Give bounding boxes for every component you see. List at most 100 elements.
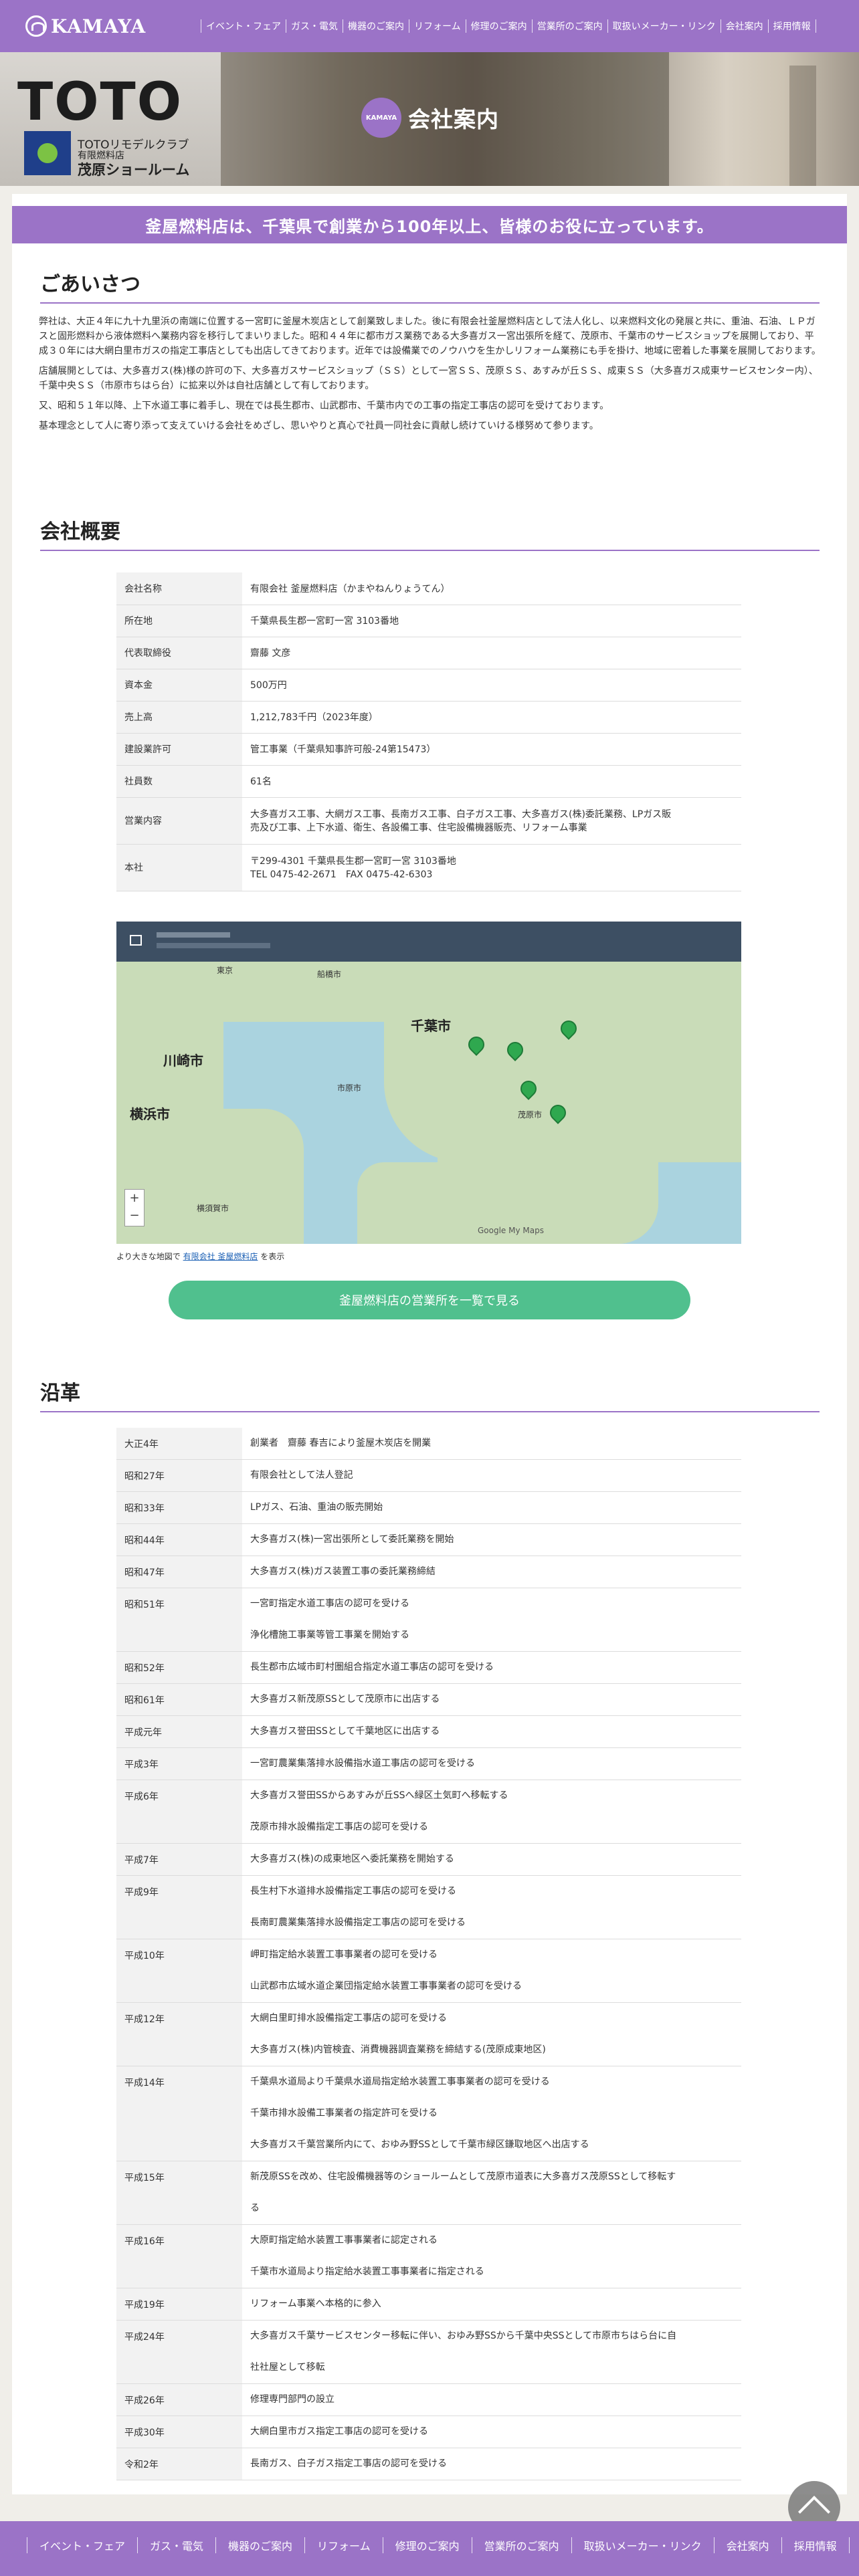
top-nav-link-1[interactable]: ガス・電気 [286,19,343,33]
history-value: 長南ガス、白子ガス指定工事店の認可を受ける [242,2448,741,2480]
history-key: 昭和27年 [116,1459,242,1492]
history-row: 昭和52年 長生郡市広域市町村圏組合指定水道工事店の認可を受ける [116,1651,741,1684]
company-value: 有限会社 釜屋燃料店（かまやねんりょうてん） [242,572,741,605]
top-nav-link-6[interactable]: 取扱いメーカー・リンク [607,19,721,33]
history-value: 大網白里市ガス指定工事店の認可を受ける [242,2416,741,2448]
history-value: 新茂原SSを改め、住宅設備機器等のショールームとして茂原市道表に大多喜ガス茂原S… [242,2161,741,2225]
map-canvas[interactable]: 東京 船橋市 千葉市 川崎市 横浜市 市原市 茂原市 横須賀市 Google M… [116,962,741,1244]
history-value: 大多喜ガス新茂原SSとして茂原市に出店する [242,1683,741,1716]
history-value: 大原町指定給水装置工事事業者に認定される 千葉市水道局より指定給水装置工事事業者に… [242,2224,741,2288]
history-key: 平成元年 [116,1715,242,1748]
history-key: 平成10年 [116,1939,242,2003]
map-pin-icon[interactable] [520,1081,534,1099]
map-label-mobara: 茂原市 [518,1110,543,1119]
footer-nav-link-3[interactable]: リフォーム [304,2537,383,2553]
history-value: 大多喜ガス誉田SSからあすみが丘SSへ緑区土気町へ移転する 茂原市排水設備指定工事… [242,1780,741,1844]
map-pin-icon[interactable] [561,1021,574,1039]
history-row: 平成3年 一宮町農業集落排水設備指水道工事店の認可を受ける [116,1747,741,1780]
history-row: 平成7年 大多喜ガス(株)の成東地区へ委託業務を開始する [116,1843,741,1876]
map-pin-icon[interactable] [468,1037,482,1055]
company-key: 代表取締役 [116,637,242,669]
history-value: 長生村下水道排水設備指定工事店の認可を受ける 長南町農業集落排水設備指定工事店の認… [242,1875,741,1939]
map-zoom-control[interactable]: + − [124,1189,145,1226]
top-nav-link-4[interactable]: 修理のご案内 [465,19,532,33]
history-value: 大多喜ガス誉田SSとして千葉地区に出店する [242,1715,741,1748]
map-caption: より大きな地図で 有限会社 釜屋燃料店 を表示 [116,1252,285,1261]
map-pin-icon[interactable] [550,1105,563,1123]
top-nav-link-8[interactable]: 採用情報 [767,19,816,33]
company-value: 500万円 [242,669,741,702]
history-key: 昭和61年 [116,1683,242,1716]
history-key: 平成3年 [116,1747,242,1780]
offices-list-button[interactable]: 釜屋燃料店の営業所を一覧で見る [169,1281,690,1319]
history-key: 昭和52年 [116,1651,242,1684]
footer-nav-link-2[interactable]: 機器のご案内 [215,2537,304,2553]
history-key: 平成30年 [116,2416,242,2448]
history-value: 大多喜ガス千葉サービスセンター移転に伴い、おゆみ野SSから千葉中央SSとして市原… [242,2320,741,2384]
company-value: 大多喜ガス工事、大網ガス工事、長南ガス工事、白子ガス工事、大多喜ガス(株)委託業… [242,797,741,845]
top-nav-link-5[interactable]: 営業所のご案内 [531,19,607,33]
map-label-tokyo: 東京 [217,966,233,975]
footer-nav-link-7[interactable]: 会社案内 [713,2537,781,2553]
history-table: 大正4年 創業者 齋藤 春吉により釜屋木炭店を開業 昭和27年 有限会社として法人登記… [116,1428,741,2480]
greeting-title: ごあいさつ [40,267,820,304]
top-nav-link-0[interactable]: イベント・フェア [201,19,286,33]
top-nav-link-7[interactable]: 会社案内 [720,19,768,33]
history-key: 平成9年 [116,1875,242,1939]
kamaya-logo[interactable]: KAMAYA [25,15,186,37]
history-key: 平成6年 [116,1780,242,1844]
company-value: 1,212,783千円（2023年度） [242,701,741,734]
history-row: 平成元年 大多喜ガス誉田SSとして千葉地区に出店する [116,1715,741,1748]
company-row: 所在地 千葉県長生郡一宮町一宮 3103番地 [116,605,741,637]
footer-nav-link-0[interactable]: イベント・フェア [27,2537,137,2553]
history-value: 千葉県水道局より千葉県水道局指定給水装置工事事業者の認可を受ける 千葉市排水設備工… [242,2066,741,2161]
history-row: 昭和27年 有限会社として法人登記 [116,1459,741,1492]
history-value: 長生郡市広域市町村圏組合指定水道工事店の認可を受ける [242,1651,741,1684]
history-row: 平成6年 大多喜ガス誉田SSからあすみが丘SSへ緑区土気町へ移転する 茂原市排水設備… [116,1780,741,1844]
footer-nav-link-1[interactable]: ガス・電気 [137,2537,215,2553]
top-nav: イベント・フェア ガス・電気 機器のご案内 リフォーム 修理のご案内 営業所のご案内 取扱い… [201,19,816,33]
map-caption-link[interactable]: 有限会社 釜屋燃料店 [183,1252,258,1261]
company-overview-title: 会社概要 [40,515,820,551]
history-value: 有限会社として法人登記 [242,1459,741,1492]
greeting-paragraph-3: 基本理念として人に寄り添って支えていける会社をめざし、思いやりと真心で社員一同社… [39,421,599,431]
logo-mark-icon [25,15,47,37]
footer-nav-link-6[interactable]: 取扱いメーカー・リンク [571,2537,714,2553]
hero-photo-right [669,52,859,186]
history-value: 大網白里町排水設備指定工事店の認可を受ける 大多喜ガス(株)内管検査、消費機器調査… [242,2002,741,2066]
history-value: 一宮町農業集落排水設備指水道工事店の認可を受ける [242,1747,741,1780]
history-key: 平成26年 [116,2383,242,2416]
history-row: 平成10年 岬町指定給水装置工事事業者の認可を受ける 山武郡市広域水道企業団指定給水… [116,1939,741,2003]
hero-showroom-sign: TOTO TOTOリモデルクラブ 有限燃料店 茂原ショールーム [0,52,221,186]
logo-text: KAMAYA [51,15,147,37]
history-key: 平成24年 [116,2320,242,2384]
top-nav-link-3[interactable]: リフォーム [409,19,466,33]
remodel-club-logo-icon [24,131,71,175]
history-key: 昭和33年 [116,1491,242,1524]
footer-nav-link-4[interactable]: 修理のご案内 [382,2537,472,2553]
map-label-funabashi: 船橋市 [317,970,342,979]
footer-nav-link-8[interactable]: 採用情報 [781,2537,850,2553]
intro-banner: 釜屋燃料店は、千葉県で創業から100年以上、皆様のお役に立っています。 [12,206,847,243]
greeting-paragraph-1: 店舗展開としては、大多喜ガス(株)様の許可の下、大多喜ガスサービスショップ（ＳＳ… [39,366,818,391]
history-key: 平成16年 [116,2224,242,2288]
company-key: 資本金 [116,669,242,702]
company-key: 社員数 [116,765,242,798]
company-row: 代表取締役 齋藤 文彦 [116,637,741,669]
top-nav-link-2[interactable]: 機器のご案内 [343,19,409,33]
map-pin-icon[interactable] [507,1042,520,1061]
hero-banner: TOTO TOTOリモデルクラブ 有限燃料店 茂原ショールーム KAMAYA 会… [0,52,859,186]
history-row: 平成24年 大多喜ガス千葉サービスセンター移転に伴い、おゆみ野SSから千葉中央SS… [116,2320,741,2384]
toto-brand-text: TOTO [17,72,183,132]
company-row: 資本金 500万円 [116,669,741,702]
footer-nav-link-5[interactable]: 営業所のご案内 [471,2537,571,2553]
company-value: 〒299-4301 千葉県長生郡一宮町一宮 3103番地 TEL 0475-42-… [242,844,741,891]
history-key: 平成12年 [116,2002,242,2066]
history-value: 大多喜ガス(株)ガス装置工事の委託業務締結 [242,1555,741,1588]
map-title-placeholder [157,932,230,938]
map-panel-icon[interactable] [130,935,142,946]
company-key: 営業内容 [116,797,242,845]
company-key: 会社名称 [116,572,242,605]
google-map[interactable]: 東京 船橋市 千葉市 川崎市 横浜市 市原市 茂原市 横須賀市 Google M… [116,922,741,1244]
history-value: 修理専門部門の設立 [242,2383,741,2416]
